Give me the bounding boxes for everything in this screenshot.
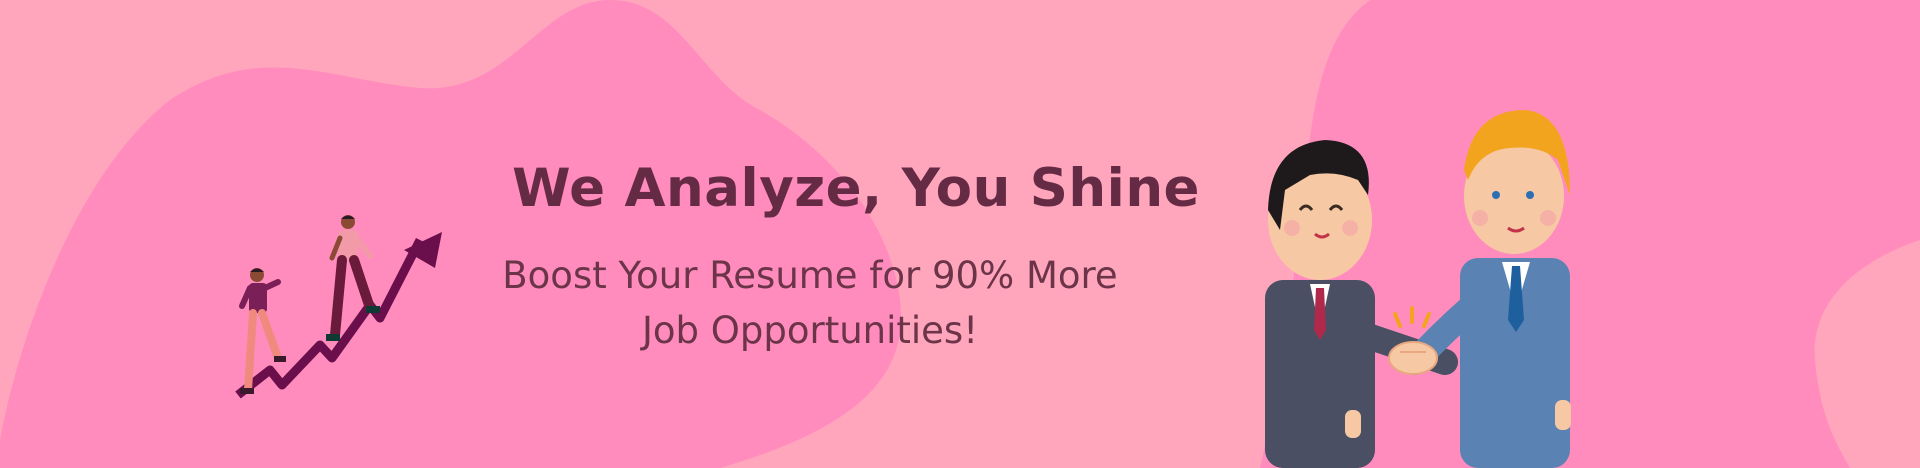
- subheadline-line-1: Boost Your Resume for 90% More: [502, 254, 1118, 297]
- sparkle-icon: [1393, 306, 1431, 328]
- left-businessman-figure: [1265, 140, 1458, 468]
- hero-banner: We Analyze, You Shine Boost Your Resume …: [0, 0, 1920, 468]
- handshake-hands-icon: [1388, 341, 1438, 375]
- right-businessman-figure: [1402, 110, 1571, 468]
- business-handshake-illustration: [1265, 110, 1571, 468]
- stair-arrow-climbers-illustration: [235, 215, 442, 399]
- subheadline-line-2: Job Opportunities!: [641, 309, 979, 352]
- headline: We Analyze, You Shine: [512, 158, 1200, 219]
- subheadline: Boost Your Resume for 90% More Job Oppor…: [440, 248, 1180, 358]
